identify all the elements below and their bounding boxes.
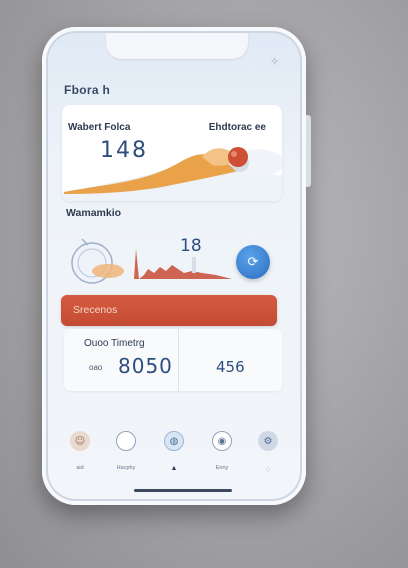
- globe-icon: ◍: [164, 431, 184, 451]
- face-icon: ☺: [70, 431, 90, 451]
- action-button[interactable]: ⟳: [236, 245, 270, 279]
- ring-icon: [116, 431, 136, 451]
- tab-1[interactable]: ☺ aid: [60, 423, 100, 479]
- bottom-card-value-primary: 8050: [118, 354, 173, 378]
- tab-4-label: Enny: [215, 465, 229, 471]
- tab-2[interactable]: Hacphy: [106, 423, 146, 479]
- share-icon: ⟳: [247, 254, 259, 270]
- tab-2-label: Hacphy: [116, 465, 136, 471]
- bottom-card-value-secondary: 456: [216, 358, 245, 376]
- bottom-card-small-label: oao: [89, 363, 103, 372]
- tab-3-active-marker: ▲: [170, 465, 178, 472]
- tab-5-marker: ◌: [265, 465, 271, 474]
- target-icon: ◉: [212, 431, 232, 451]
- side-button: [306, 115, 311, 187]
- tab-bar: ☺ aid Hacphy ◍ ▲ ◉ Enny ⚙ ◌: [56, 423, 292, 481]
- tab-5[interactable]: ⚙ ◌: [248, 423, 288, 479]
- tab-4[interactable]: ◉ Enny: [202, 423, 242, 479]
- status-banner[interactable]: Srecenos: [61, 295, 277, 326]
- tab-3[interactable]: ◍ ▲: [154, 423, 194, 479]
- section2-value: 18: [180, 236, 202, 256]
- settings-icon: ⚙: [258, 431, 278, 451]
- tab-1-label: aid: [76, 465, 84, 471]
- phone-frame: ✧ Fbora h Wabert Folca Ehdtorac ee 148 W…: [42, 27, 306, 505]
- bottom-card-divider: [178, 329, 179, 391]
- banner-label: Srecenos: [73, 304, 118, 316]
- bottom-card-label: Ouoo Timetrg: [84, 338, 145, 349]
- home-indicator[interactable]: [134, 489, 232, 492]
